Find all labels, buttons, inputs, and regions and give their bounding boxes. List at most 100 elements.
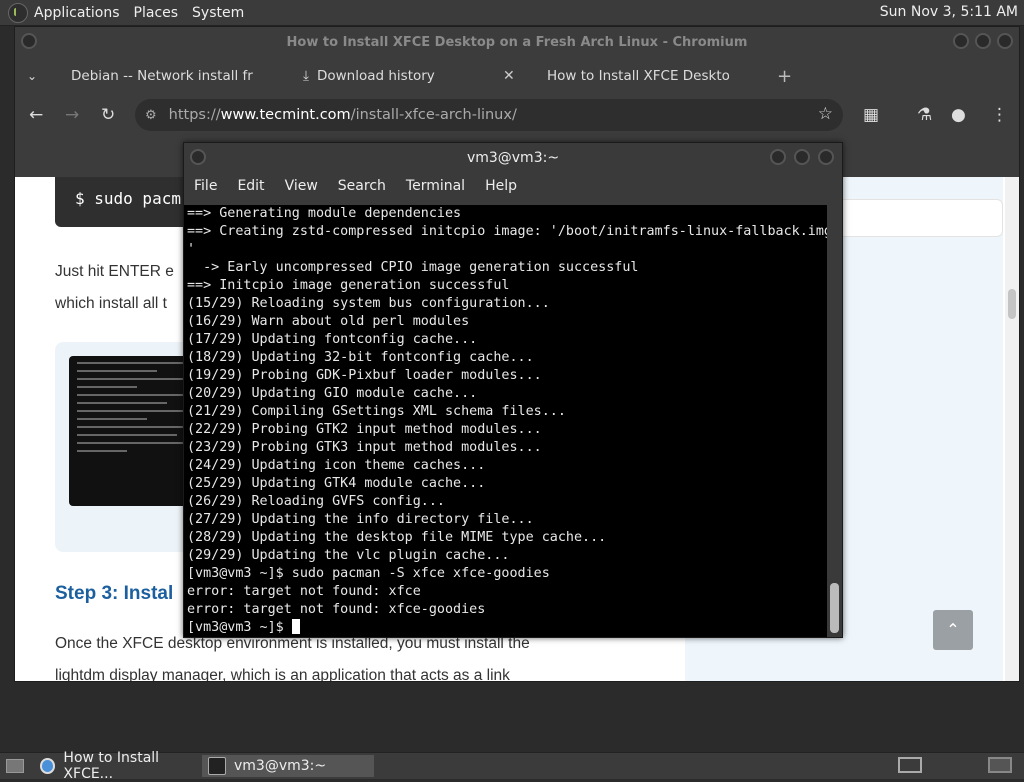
taskbar-item-chromium[interactable]: How to Install XFCE... xyxy=(34,750,206,782)
terminal-cursor xyxy=(291,619,300,634)
article-text-line: lightdm display manager, which is an app… xyxy=(55,667,510,681)
terminal-icon xyxy=(208,757,226,775)
tab-debian[interactable]: Debian -- Network install fro xyxy=(63,63,253,89)
terminal-line: (21/29) Compiling GSettings XML schema f… xyxy=(187,404,566,419)
terminal-line: (27/29) Updating the info directory file… xyxy=(187,512,534,527)
terminal-line: error: target not found: xfce-goodies xyxy=(187,602,486,617)
sidebar-search-box[interactable] xyxy=(835,199,1003,237)
url-scheme: https:// xyxy=(168,107,221,123)
terminal-line: (15/29) Reloading system bus configurati… xyxy=(187,296,550,311)
menu-search[interactable]: Search xyxy=(338,178,386,194)
close-button[interactable] xyxy=(997,33,1013,49)
labs-flask-icon[interactable]: ⚗ xyxy=(917,105,932,125)
terminal-line: ==> Initcpio image generation successful xyxy=(187,278,510,293)
profile-avatar-icon[interactable]: ● xyxy=(951,105,966,125)
tab-download-history[interactable]: ⤓ Download history ✕ xyxy=(303,63,515,89)
terminal-line: (26/29) Reloading GVFS config... xyxy=(187,494,445,509)
address-bar[interactable]: ⚙ https://www.tecmint.com/install-xfce-a… xyxy=(135,99,843,131)
terminal-line: [vm3@vm3 ~]$ sudo pacman -S xfce xfce-go… xyxy=(187,566,550,581)
tab-tecmint[interactable]: How to Install XFCE Desktop xyxy=(539,63,729,89)
article-text-line: which install all t xyxy=(55,295,167,312)
window-menu-button[interactable] xyxy=(190,149,206,165)
terminal-line: ==> Generating module dependencies xyxy=(187,206,462,221)
workspace-2-icon[interactable] xyxy=(988,757,1012,773)
tab-list-chevron-icon[interactable]: ⌄ xyxy=(27,63,37,89)
scrollbar-thumb[interactable] xyxy=(830,583,839,633)
tab-close-icon[interactable]: ✕ xyxy=(503,68,515,84)
terminal-line: (23/29) Probing GTK3 input method module… xyxy=(187,440,542,455)
tab-label: How to Install XFCE Desktop xyxy=(547,68,729,84)
terminal-line: (24/29) Updating icon theme caches... xyxy=(187,458,486,473)
terminal-menubar: File Edit View Search Terminal Help xyxy=(184,173,842,199)
menu-file[interactable]: File xyxy=(194,178,217,194)
terminal-line: (25/29) Updating GTK4 module cache... xyxy=(187,476,486,491)
distro-logo-icon[interactable] xyxy=(8,2,28,23)
maximize-button[interactable] xyxy=(794,149,810,165)
terminal-line: (29/29) Updating the vlc plugin cache... xyxy=(187,548,510,563)
terminal-line: (19/29) Probing GDK-Pixbuf loader module… xyxy=(187,368,542,383)
url-path: /install-xfce-arch-linux/ xyxy=(350,107,517,123)
reload-icon[interactable]: ↻ xyxy=(101,105,115,125)
menu-help[interactable]: Help xyxy=(485,178,517,194)
site-info-icon[interactable]: ⚙ xyxy=(145,108,157,123)
terminal-prompt: [vm3@vm3 ~]$ xyxy=(187,620,292,635)
terminal-window-title: vm3@vm3:~ xyxy=(466,150,560,166)
menu-places[interactable]: Places xyxy=(134,5,179,21)
menu-terminal[interactable]: Terminal xyxy=(406,178,465,194)
menu-applications[interactable]: Applications xyxy=(34,5,120,21)
terminal-line: (28/29) Updating the desktop file MIME t… xyxy=(187,530,607,545)
terminal-prompt-line: [vm3@vm3 ~]$ xyxy=(184,619,827,637)
terminal-output[interactable]: ==> Generating module dependencies ==> C… xyxy=(184,205,827,637)
url-host: www.tecmint.com xyxy=(220,107,351,123)
scroll-to-top-button[interactable]: ⌃ xyxy=(933,610,973,650)
terminal-line: (18/29) Updating 32-bit fontconfig cache… xyxy=(187,350,534,365)
more-menu-icon[interactable]: ⋮ xyxy=(991,105,1008,125)
browser-toolbar: ← → ↻ ⚙ https://www.tecmint.com/install-… xyxy=(15,93,1019,137)
menu-view[interactable]: View xyxy=(285,178,318,194)
terminal-line: ' xyxy=(187,242,196,257)
tab-strip: ⌄ Debian -- Network install fro ⤓ Downlo… xyxy=(15,57,1019,93)
terminal-line: ==> Creating zstd-compressed initcpio im… xyxy=(187,224,827,239)
taskbar-item-label: vm3@vm3:~ xyxy=(234,758,327,774)
show-desktop-icon[interactable] xyxy=(6,759,24,773)
terminal-line: error: target not found: xfce xyxy=(187,584,421,599)
download-icon: ⤓ xyxy=(303,68,309,84)
taskbar-item-terminal[interactable]: vm3@vm3:~ xyxy=(202,755,374,777)
workspace-switcher-icon[interactable] xyxy=(898,757,922,773)
taskbar-item-label: How to Install XFCE... xyxy=(63,750,160,782)
browser-window-title: How to Install XFCE Desktop on a Fresh A… xyxy=(286,34,748,50)
maximize-button[interactable] xyxy=(975,33,991,49)
new-tab-icon[interactable]: + xyxy=(777,63,792,89)
code-snippet: $ sudo pacm xyxy=(75,189,181,208)
close-button[interactable] xyxy=(818,149,834,165)
tab-label: Download history xyxy=(316,68,435,84)
panel-clock[interactable]: Sun Nov 3, 5:11 AM xyxy=(880,4,1018,20)
forward-icon[interactable]: → xyxy=(65,105,79,125)
extensions-icon[interactable]: ▦ xyxy=(863,105,879,125)
chromium-icon xyxy=(40,758,56,774)
window-menu-button[interactable] xyxy=(21,33,37,49)
menu-system[interactable]: System xyxy=(192,5,244,21)
minimize-button[interactable] xyxy=(953,33,969,49)
tab-label: Debian -- Network install fro xyxy=(71,68,253,84)
terminal-line: (22/29) Probing GTK2 input method module… xyxy=(187,422,542,437)
back-icon[interactable]: ← xyxy=(29,105,43,125)
minimize-button[interactable] xyxy=(770,149,786,165)
terminal-line: (17/29) Updating fontconfig cache... xyxy=(187,332,478,347)
top-panel: Applications Places System Sun Nov 3, 5:… xyxy=(0,0,1024,26)
bottom-taskbar: How to Install XFCE... vm3@vm3:~ xyxy=(0,750,1024,782)
terminal-line: (20/29) Updating GIO module cache... xyxy=(187,386,478,401)
article-text-line: Just hit ENTER e xyxy=(55,263,174,280)
terminal-screenshot-image[interactable] xyxy=(69,356,199,506)
step-heading: Step 3: Instal xyxy=(55,583,174,604)
browser-titlebar[interactable]: How to Install XFCE Desktop on a Fresh A… xyxy=(15,27,1019,57)
terminal-titlebar[interactable]: vm3@vm3:~ xyxy=(184,143,842,173)
bookmark-star-icon[interactable]: ☆ xyxy=(818,104,833,124)
page-scrollbar[interactable] xyxy=(1005,177,1019,681)
terminal-window: vm3@vm3:~ File Edit View Search Terminal… xyxy=(183,142,843,638)
menu-edit[interactable]: Edit xyxy=(237,178,264,194)
terminal-line: -> Early uncompressed CPIO image generat… xyxy=(187,260,639,275)
terminal-scrollbar[interactable] xyxy=(827,205,842,637)
scrollbar-thumb[interactable] xyxy=(1008,289,1016,319)
terminal-line: (16/29) Warn about old perl modules xyxy=(187,314,470,329)
